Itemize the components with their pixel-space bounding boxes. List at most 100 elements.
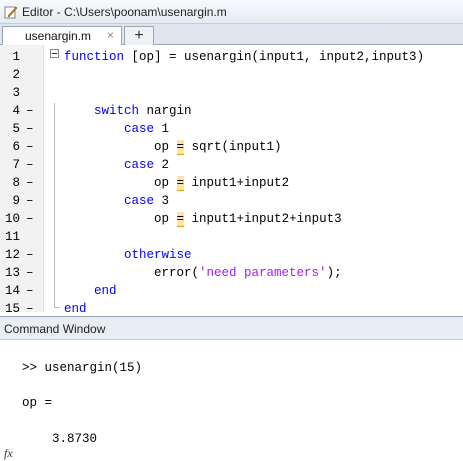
breakpoint-marker[interactable]: – — [26, 138, 34, 156]
code-text: error('need parameters'); — [64, 264, 342, 282]
code-token: 2 — [154, 158, 170, 172]
tab-usenargin[interactable]: usenargin.m × — [2, 26, 122, 45]
code-text: end — [64, 282, 117, 300]
keyword: end — [64, 302, 87, 312]
code-line[interactable]: 6– op = sqrt(input1) — [0, 138, 463, 156]
breakpoint-marker[interactable]: – — [26, 102, 34, 120]
warning-marker: = — [176, 176, 185, 191]
output-value: 3.8730 — [22, 432, 98, 446]
breakpoint-marker[interactable]: – — [26, 300, 34, 312]
line-number: 5 — [12, 122, 20, 136]
line-number: 8 — [12, 176, 20, 190]
breakpoint-marker[interactable]: – — [26, 120, 34, 138]
add-tab-button[interactable]: + — [124, 26, 154, 45]
breakpoint-marker[interactable]: – — [26, 174, 34, 192]
line-number: 1 — [12, 50, 20, 64]
line-number: 3 — [12, 86, 20, 100]
code-line[interactable]: 5– case 1 — [0, 120, 463, 138]
keyword: case — [124, 194, 155, 208]
code-text: switch nargin — [64, 102, 192, 120]
code-token: 1 — [154, 122, 170, 136]
code-token: error( — [64, 266, 200, 280]
code-line[interactable]: 12– otherwise — [0, 246, 463, 264]
line-number: 10 — [4, 212, 20, 226]
line-number: 7 — [12, 158, 20, 172]
editor-tab-strip: usenargin.m × + — [0, 24, 463, 45]
code-text: case 2 — [64, 156, 169, 174]
line-number: 4 — [12, 104, 20, 118]
line-number: 11 — [4, 230, 20, 244]
code-token: [op] = usenargin(input1, input2,input3) — [124, 50, 425, 64]
string-literal: 'need parameters' — [199, 266, 327, 280]
code-line[interactable]: 7– case 2 — [0, 156, 463, 174]
code-line[interactable]: 13– error('need parameters'); — [0, 264, 463, 282]
keyword: end — [94, 284, 117, 298]
code-text: op = input1+input2 — [64, 174, 289, 192]
code-text: op = sqrt(input1) — [64, 138, 282, 156]
code-text: op = input1+input2+input3 — [64, 210, 342, 228]
code-text: case 1 — [64, 120, 169, 138]
code-line[interactable]: 3 — [0, 84, 463, 102]
line-number: 14 — [4, 284, 20, 298]
breakpoint-marker[interactable]: – — [26, 282, 34, 300]
code-line[interactable]: 11 — [0, 228, 463, 246]
code-line[interactable]: 1 function [op] = usenargin(input1, input… — [0, 48, 463, 66]
code-token: input1+input2 — [184, 176, 290, 190]
code-line[interactable]: 15– end — [0, 300, 463, 312]
command-window-title: Command Window — [4, 322, 106, 336]
code-line[interactable]: 4– switch nargin — [0, 102, 463, 120]
line-number: 9 — [12, 194, 20, 208]
code-token: 3 — [154, 194, 170, 208]
breakpoint-marker[interactable]: – — [26, 192, 34, 210]
editor-title-bar: Editor - C:\Users\poonam\usenargin.m — [0, 0, 463, 24]
command-window-header: Command Window — [0, 316, 463, 340]
code-text: otherwise — [64, 246, 192, 264]
breakpoint-marker[interactable]: – — [26, 264, 34, 282]
warning-marker: = — [176, 140, 185, 155]
keyword: switch — [94, 104, 140, 118]
tab-label: usenargin.m — [25, 29, 92, 43]
breakpoint-marker[interactable]: – — [26, 156, 34, 174]
code-token: op — [64, 212, 177, 226]
code-token: input1+input2+input3 — [184, 212, 342, 226]
output-variable: op = — [22, 396, 53, 410]
window-title: Editor - C:\Users\poonam\usenargin.m — [22, 5, 227, 19]
code-editor[interactable]: 1 function [op] = usenargin(input1, input… — [0, 45, 463, 312]
close-tab-icon[interactable]: × — [107, 28, 114, 42]
code-token: ); — [326, 266, 342, 280]
keyword: function — [64, 50, 125, 64]
breakpoint-marker[interactable]: – — [26, 210, 34, 228]
code-token: sqrt(input1) — [184, 140, 282, 154]
code-line[interactable]: 8– op = input1+input2 — [0, 174, 463, 192]
code-line[interactable]: 2 — [0, 66, 463, 84]
code-line[interactable]: 14– end — [0, 282, 463, 300]
function-browser-icon[interactable]: fx — [4, 446, 13, 461]
code-token: op — [64, 140, 177, 154]
code-text: function [op] = usenargin(input1, input2… — [64, 48, 424, 66]
code-token: nargin — [139, 104, 192, 118]
line-number: 2 — [12, 68, 20, 82]
warning-marker: = — [176, 212, 185, 227]
line-number: 12 — [4, 248, 20, 262]
code-line[interactable]: 10– op = input1+input2+input3 — [0, 210, 463, 228]
code-text: end — [64, 300, 87, 312]
code-text: case 3 — [64, 192, 169, 210]
code-line[interactable]: 9– case 3 — [0, 192, 463, 210]
keyword: case — [124, 122, 155, 136]
code-token: op — [64, 176, 177, 190]
editor-pencil-icon — [4, 6, 18, 19]
command-window[interactable]: >> usenargin(15) op = 3.8730 fx — [0, 340, 463, 460]
keyword: case — [124, 158, 155, 172]
line-number: 13 — [4, 266, 20, 280]
breakpoint-marker[interactable]: – — [26, 246, 34, 264]
line-number: 15 — [4, 302, 20, 312]
command-line: >> usenargin(15) — [22, 361, 143, 375]
line-number: 6 — [12, 140, 20, 154]
keyword: otherwise — [124, 248, 192, 262]
